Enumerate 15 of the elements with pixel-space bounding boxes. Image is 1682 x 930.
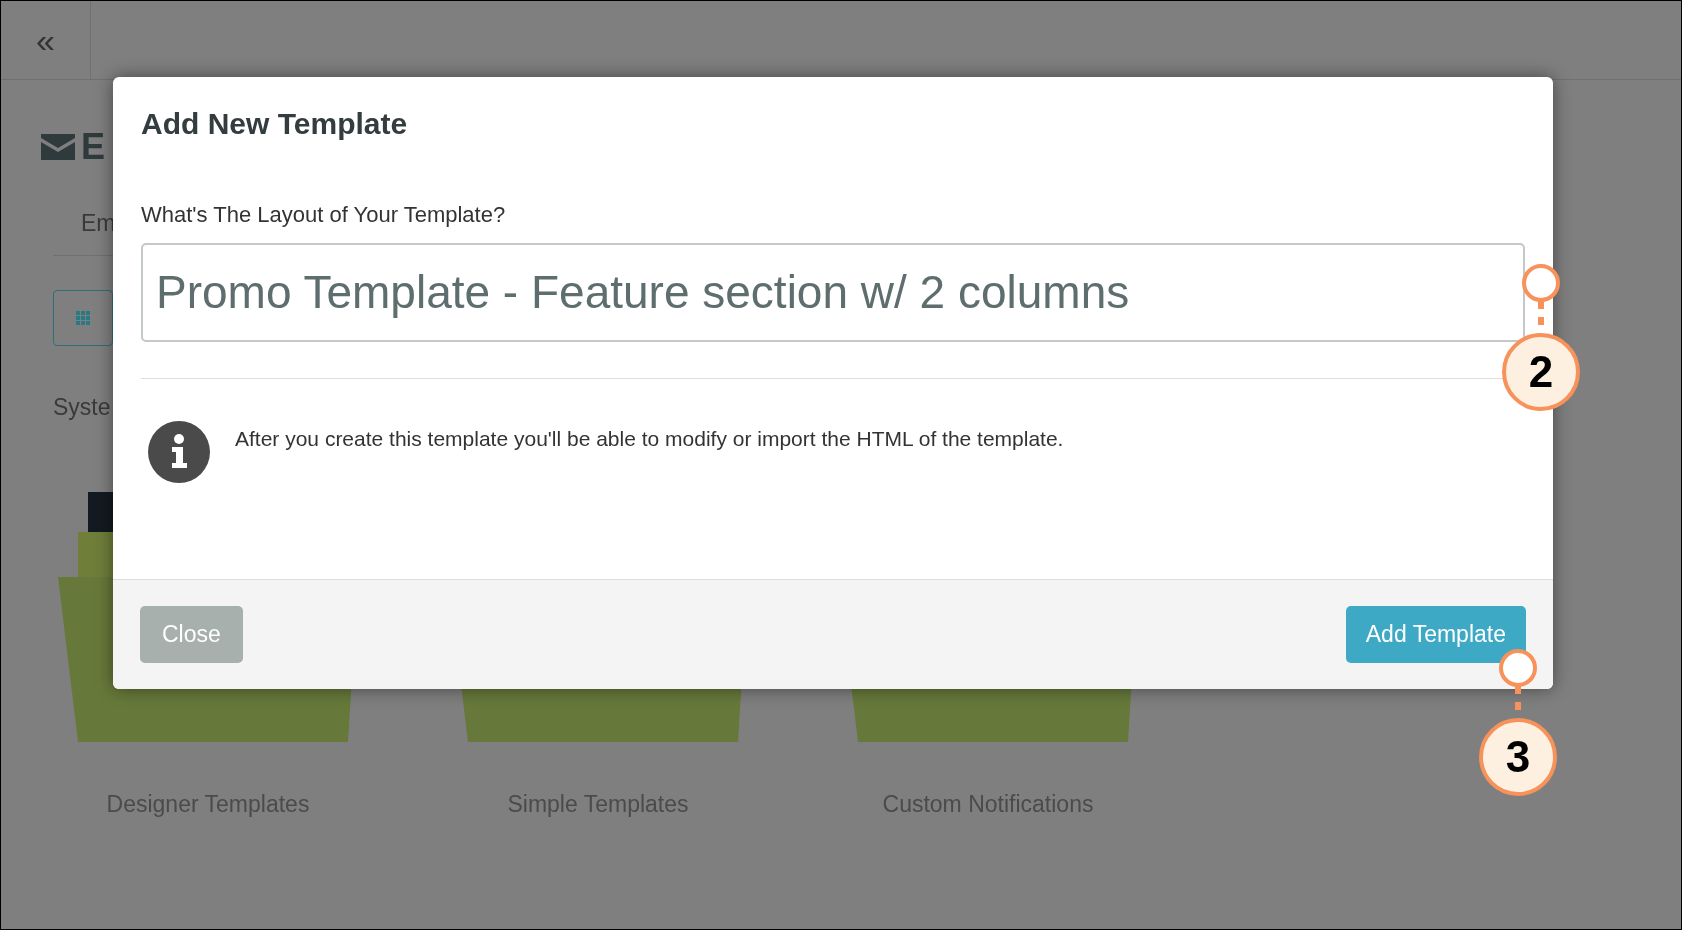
grid-icon <box>76 310 90 325</box>
info-text: After you create this template you'll be able to modify or import the HTML of the template. <box>235 426 1064 452</box>
callout-badge: 3 <box>1479 718 1557 796</box>
layout-input-field[interactable]: Promo Template - Feature section w/ 2 columns <box>141 243 1525 342</box>
section-title: Syste <box>53 392 111 422</box>
page-heading: E <box>81 125 105 169</box>
callout-badge: 2 <box>1502 333 1580 411</box>
collapse-button[interactable]: « <box>1 1 91 79</box>
close-button[interactable]: Close <box>140 606 243 663</box>
modal-title: Add New Template <box>141 106 409 142</box>
field-label: What's The Layout of Your Template? <box>141 201 507 229</box>
info-icon <box>148 421 210 483</box>
add-template-button[interactable]: Add Template <box>1345 606 1526 663</box>
envelope-icon <box>41 134 75 160</box>
grid-view-button[interactable] <box>53 289 113 346</box>
